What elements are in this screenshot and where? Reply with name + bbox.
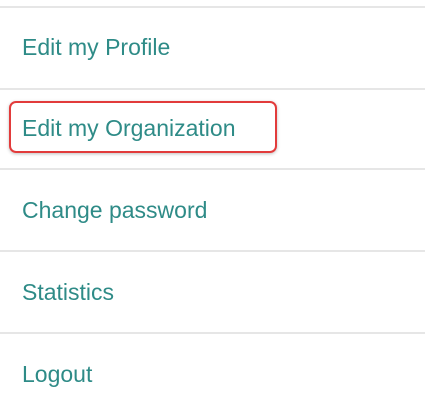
menu-item-statistics[interactable]: Statistics	[22, 272, 114, 312]
divider	[0, 332, 425, 334]
menu-item-edit-organization[interactable]: Edit my Organization	[22, 108, 235, 148]
menu-item-change-password[interactable]: Change password	[22, 190, 207, 230]
divider	[0, 88, 425, 90]
divider	[0, 6, 425, 8]
divider	[0, 168, 425, 170]
menu-item-edit-profile[interactable]: Edit my Profile	[22, 27, 170, 67]
divider	[0, 250, 425, 252]
menu-item-logout[interactable]: Logout	[22, 354, 92, 394]
account-menu: Edit my Profile Edit my Organization Cha…	[0, 0, 425, 409]
